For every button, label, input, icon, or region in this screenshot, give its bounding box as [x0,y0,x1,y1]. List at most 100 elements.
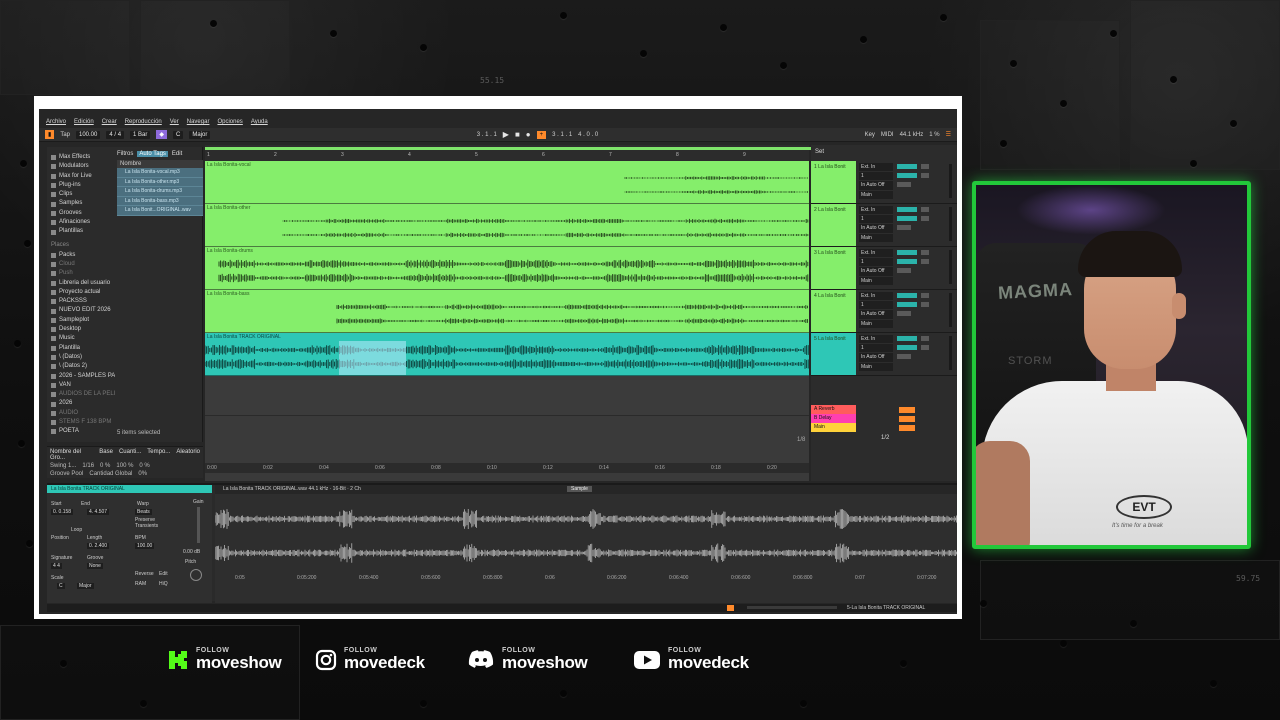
quantization-display[interactable]: 1/8 [797,437,805,443]
sample-tab[interactable]: Sample [567,486,592,492]
track-lane[interactable]: La Isla Bonita-other [205,204,809,247]
key-scale-select[interactable]: Major [189,130,211,139]
mixer-io-select[interactable]: Main [859,319,893,328]
browser-place-item[interactable]: PACKSSS [51,297,115,306]
browser-category-item[interactable]: Clips [51,190,115,199]
track-activator-button[interactable] [897,164,917,169]
track-activator-button[interactable] [897,293,917,298]
volume-field[interactable] [897,345,917,350]
track-activator-button[interactable] [897,336,917,341]
mixer-io-select[interactable]: Ext. In [859,292,893,301]
browser-place-item[interactable]: 2026 [51,399,115,408]
start-field[interactable]: 0. 0.158 [51,509,74,515]
mixer-io-select[interactable]: 1 [859,344,893,353]
mixer-track-name[interactable]: 1 La Isla Bonit [814,164,846,170]
mixer-io-select[interactable]: 1 [859,301,893,310]
menu-archivo[interactable]: Archivo [46,119,66,125]
youtube-handle[interactable]: movedeck [668,653,749,673]
mixer-io-select[interactable]: In Auto Off [859,310,893,319]
browser-category-item[interactable]: Max Effects [51,153,115,162]
mixer-io-select[interactable]: 1 [859,215,893,224]
volume-field[interactable] [897,216,917,221]
groove-cell[interactable]: 0 % [139,463,149,469]
return-track-row[interactable]: B Delay [811,414,957,423]
browser-category-item[interactable]: Plug-ins [51,181,115,190]
session-clip-slot[interactable]: 5 La Isla Bonit [811,333,856,375]
mixer-io-select[interactable]: In Auto Off [859,267,893,276]
track-activator-button[interactable] [897,250,917,255]
browser-file-item[interactable]: La Isla Bonita-other.mp3 [117,177,203,187]
mixer-track-name[interactable]: 3 La Isla Bonit [814,250,846,256]
browser-place-item[interactable]: AUDIO [51,409,115,418]
mixer-track-name[interactable]: 4 La Isla Bonit [814,293,846,299]
loop-label[interactable]: Loop [71,527,82,533]
arrangement-position[interactable]: 3 . 1 . 1 [477,132,497,138]
name-column-header[interactable]: Nombre [117,160,203,168]
track-lane[interactable]: La Isla Bonita-bass [205,290,809,333]
discord-handle[interactable]: moveshow [502,653,588,673]
arm-button[interactable] [921,259,929,264]
stop-button[interactable]: ■ [515,130,520,139]
return-activator[interactable] [899,415,915,422]
browser-file-item[interactable]: La Isla Bonit...ORIGINAL.wav [117,206,203,216]
groove-cell[interactable]: 100 % [116,463,133,469]
browser-place-item[interactable]: Proyecto actual [51,288,115,297]
browser-place-item[interactable]: Packs [51,251,115,260]
mixer-io-select[interactable]: Ext. In [859,335,893,344]
browser-place-item[interactable]: Sampleplot [51,316,115,325]
solo-button[interactable] [921,336,929,341]
tap-button[interactable]: Tap [60,132,70,138]
browser-place-item[interactable]: \ (Datos 2) [51,362,115,371]
mixer-io-select[interactable]: Main [859,190,893,199]
gain-value[interactable]: 0.00 dB [183,549,200,555]
browser-category-item[interactable]: Modulators [51,162,115,171]
social-kick[interactable]: FOLLOW moveshow [166,647,282,673]
loop-brace[interactable] [205,147,893,150]
warp-mode-select[interactable]: Beats [135,509,152,515]
mixer-io-select[interactable]: Ext. In [859,249,893,258]
mixer-track-name[interactable]: 5 La Isla Bonit [814,336,846,342]
arm-button[interactable] [921,302,929,307]
time-signature-field[interactable]: 4 / 4 [106,130,125,139]
browser-place-item[interactable]: Push [51,269,115,278]
hiq-button[interactable]: HiQ [159,581,168,587]
mixer-io-select[interactable]: Ext. In [859,163,893,172]
mixer-io-select[interactable]: In Auto Off [859,224,893,233]
auto-tags-button[interactable]: Auto Tags [137,150,168,157]
browser-category-item[interactable]: Afinaciones [51,218,115,227]
browser-file-item[interactable]: La Isla Bonita-bass.mp3 [117,196,203,206]
scale-name-select[interactable]: Major [77,583,94,589]
return-track-row[interactable]: Main [811,423,957,432]
track-lane[interactable]: La Isla Bonita-vocal [205,161,809,204]
pan-knob[interactable] [897,182,911,187]
global-amount-value[interactable]: 0% [138,471,147,477]
solo-button[interactable] [921,293,929,298]
pan-knob[interactable] [897,311,911,316]
return-track-name[interactable]: A Reverb [811,405,856,414]
groove-cell[interactable]: 0 % [100,463,110,469]
browser-file-item[interactable]: La Isla Bonita-vocal.mp3 [117,168,203,178]
browser-file-item[interactable]: La Isla Bonita-drums.mp3 [117,187,203,197]
browser-place-item[interactable]: Music [51,334,115,343]
signature-field[interactable]: 4 4 [51,563,62,569]
mixer-io-select[interactable]: 1 [859,258,893,267]
automation-arm-button[interactable]: + [536,130,547,139]
browser-place-item[interactable]: AUDIOS DE LA PELIC [51,390,115,399]
solo-button[interactable] [921,207,929,212]
session-clip-slot[interactable]: 4 La Isla Bonit [811,290,856,332]
browser-place-item[interactable]: NUEVO EDIT 2026 [51,306,115,315]
sample-time-ruler[interactable]: 0:05 0:05:200 0:05:400 0:05:600 0:05:800 0:06… [215,575,957,583]
volume-field[interactable] [897,259,917,264]
menu-ayuda[interactable]: Ayuda [251,119,268,125]
midi-map-button[interactable]: MIDI [881,132,894,138]
browser-place-item[interactable]: Plantilla [51,344,115,353]
bpm-field[interactable]: 100.00 [135,543,155,549]
pan-knob[interactable] [897,225,911,230]
record-button[interactable]: ● [526,130,531,139]
pan-knob[interactable] [897,268,911,273]
arm-button[interactable] [921,173,929,178]
end-field[interactable]: 4. 4.507 [87,509,110,515]
groove-column-header[interactable]: Nombre del Gro... [50,449,93,461]
key-map-button[interactable]: Key [865,132,875,138]
browser-category-item[interactable]: Grooves [51,209,115,218]
